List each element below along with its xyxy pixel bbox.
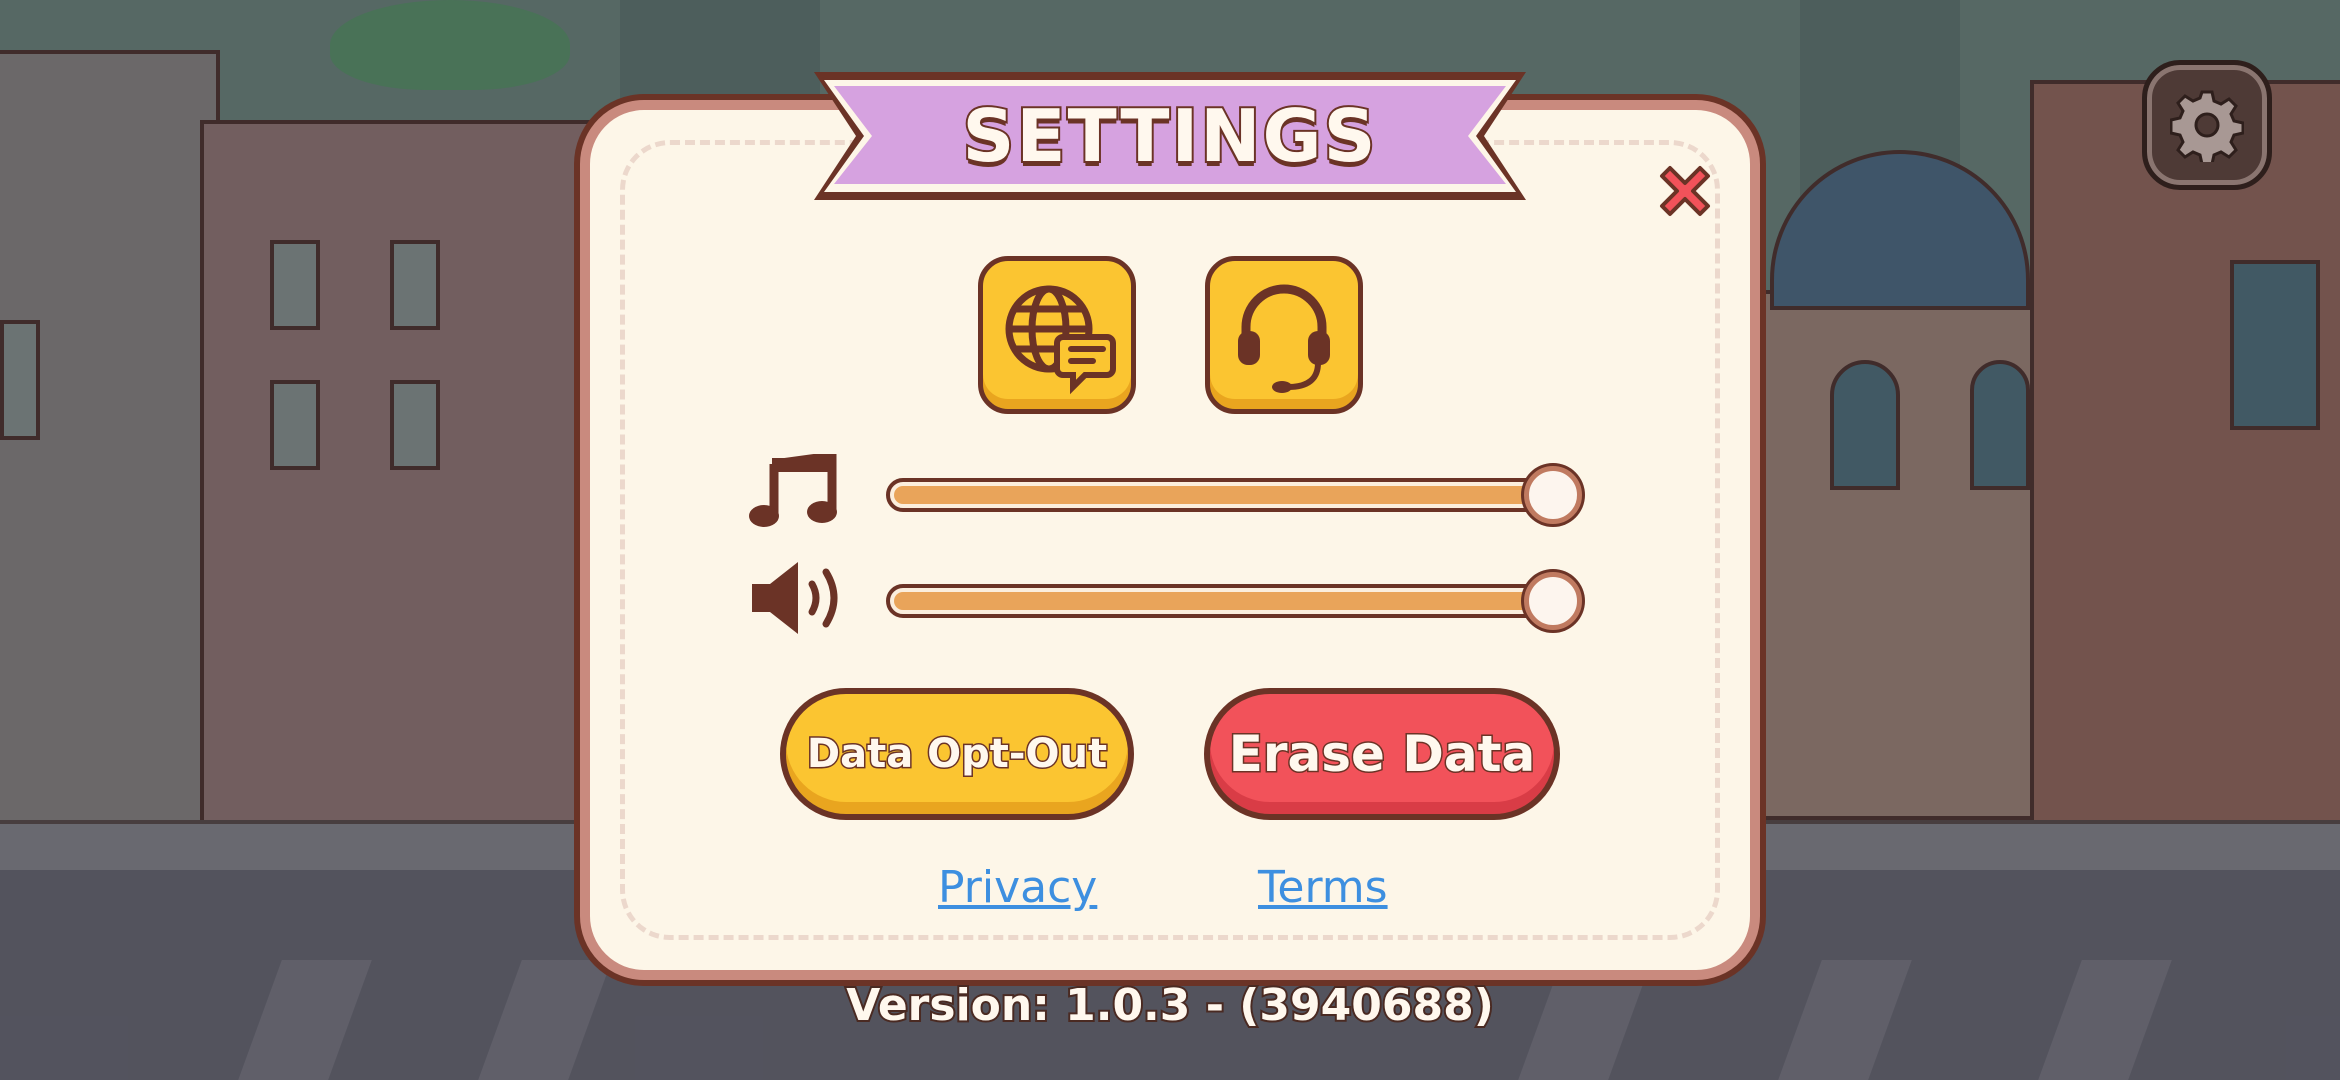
music-note-icon (748, 450, 840, 534)
close-x-icon (1660, 166, 1710, 216)
dialog-dashed-border (620, 140, 1720, 940)
music-volume-thumb[interactable] (1524, 466, 1582, 524)
language-button[interactable] (978, 256, 1136, 414)
sound-volume-thumb[interactable] (1524, 572, 1582, 630)
globe-chat-icon (1005, 285, 1116, 395)
settings-gear-button[interactable] (2142, 60, 2272, 190)
gear-icon (2170, 90, 2244, 162)
privacy-link[interactable]: Privacy (938, 862, 1097, 913)
dialog-title: SETTINGS (961, 92, 1378, 180)
headset-icon (1238, 284, 1330, 393)
support-button[interactable] (1205, 256, 1363, 414)
music-volume-slider[interactable] (886, 478, 1576, 512)
sound-volume-fill (894, 592, 1568, 610)
close-button[interactable] (1652, 158, 1718, 224)
sound-volume-slider[interactable] (886, 584, 1576, 618)
terms-link[interactable]: Terms (1258, 862, 1388, 913)
erase-data-button[interactable]: Erase Data (1204, 688, 1560, 820)
speaker-icon (748, 558, 844, 642)
version-text: Version: 1.0.3 - (3940688) (844, 978, 1496, 1033)
data-opt-out-button[interactable]: Data Opt-Out (780, 688, 1134, 820)
settings-banner: SETTINGS (808, 66, 1532, 206)
music-volume-fill (894, 486, 1568, 504)
